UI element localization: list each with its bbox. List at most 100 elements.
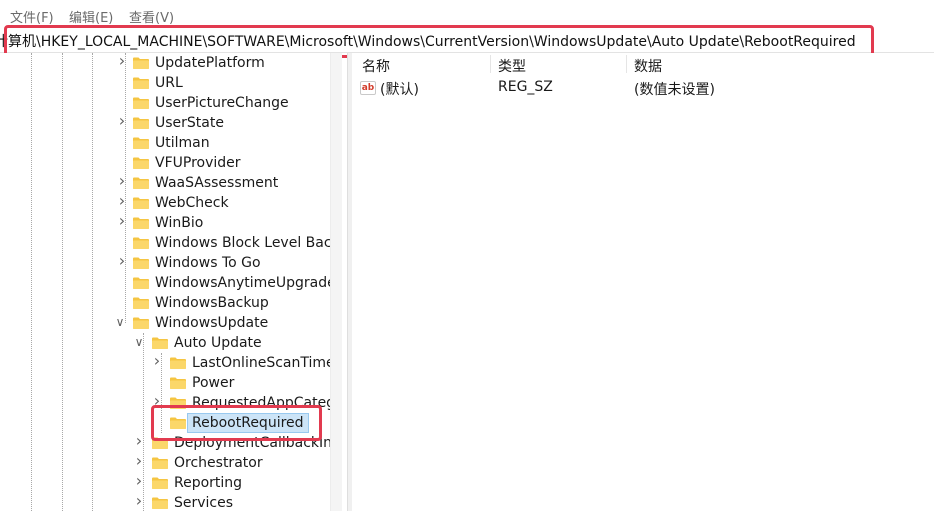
column-header-data[interactable]: 数据 xyxy=(634,56,662,76)
folder-icon xyxy=(152,437,168,449)
menu-bar: 文件(F) 编辑(E) 查看(V) xyxy=(0,0,934,27)
chevron-down-icon[interactable]: ∨ xyxy=(133,335,145,349)
folder-icon xyxy=(133,257,149,269)
tree-item-label: DeploymentCallbackInfo xyxy=(174,435,340,451)
tree-item-label: Services xyxy=(174,495,234,511)
value-row[interactable]: ab (默认) REG_SZ (数值未设置) xyxy=(352,77,934,99)
address-path[interactable]: 计算机\HKEY_LOCAL_MACHINE\SOFTWARE\Microsof… xyxy=(0,31,856,51)
tree-item[interactable]: WindowsAnytimeUpgrade xyxy=(0,273,336,293)
menu-edit[interactable]: 编辑(E) xyxy=(69,7,113,26)
folder-icon xyxy=(133,197,149,209)
string-value-icon: ab xyxy=(360,81,376,95)
menu-view[interactable]: 查看(V) xyxy=(129,7,174,26)
column-header-type[interactable]: 类型 xyxy=(498,56,526,76)
tree-item-label: UserPictureChange xyxy=(155,95,289,111)
tree-item-label: Reporting xyxy=(174,475,243,491)
tree-item-label: URL xyxy=(155,75,183,91)
folder-icon xyxy=(170,357,186,369)
chevron-right-icon[interactable]: › xyxy=(116,253,128,269)
tree-item-label: Utilman xyxy=(155,135,210,151)
folder-icon xyxy=(133,117,149,129)
folder-icon xyxy=(133,317,149,329)
column-header-name[interactable]: 名称 xyxy=(362,56,390,76)
tree-item[interactable]: › WebCheck xyxy=(0,193,330,213)
tree-item[interactable]: ∨ WindowsUpdate xyxy=(0,313,330,333)
folder-icon xyxy=(170,417,186,429)
tree-item-label: Power xyxy=(192,375,235,391)
tree-item-label: LastOnlineScanTimeF xyxy=(192,355,340,371)
chevron-right-icon[interactable]: › xyxy=(116,193,128,209)
tree-item-label: Auto Update xyxy=(174,335,262,351)
chevron-down-icon[interactable]: ∨ xyxy=(114,315,126,329)
tree-item[interactable]: URL xyxy=(0,73,330,93)
chevron-right-icon[interactable]: › xyxy=(133,453,145,469)
chevron-right-icon[interactable]: › xyxy=(133,433,145,449)
tree-item-label: Windows Block Level Backu xyxy=(155,235,340,251)
tree-item[interactable]: Windows Block Level Backu xyxy=(0,233,340,253)
folder-icon xyxy=(133,277,149,289)
tree-item-label: WindowsBackup xyxy=(155,295,269,311)
folder-icon xyxy=(133,237,149,249)
tree-item-label: WindowsAnytimeUpgrade xyxy=(155,275,336,291)
value-name: (默认) xyxy=(380,82,419,98)
tree-item[interactable]: › UpdatePlatform xyxy=(0,53,330,73)
tree-item[interactable]: Power xyxy=(0,373,330,393)
folder-icon xyxy=(133,97,149,109)
folder-icon xyxy=(133,137,149,149)
tree-item[interactable]: › DeploymentCallbackInfo xyxy=(0,433,340,453)
tree-item[interactable]: VFUProvider xyxy=(0,153,330,173)
folder-icon xyxy=(133,177,149,189)
tree-item[interactable]: › RequestedAppCateg xyxy=(0,393,335,413)
tree-item[interactable]: › Orchestrator xyxy=(0,453,330,473)
column-separator[interactable] xyxy=(626,55,627,73)
values-pane[interactable]: 名称 类型 数据 ab (默认) REG_SZ (数值未设置) xyxy=(352,53,934,511)
tree-item[interactable]: Utilman xyxy=(0,133,330,153)
tree-item[interactable]: WindowsBackup xyxy=(0,293,330,313)
chevron-right-icon[interactable]: › xyxy=(151,353,163,369)
menu-file[interactable]: 文件(F) xyxy=(10,7,54,26)
tree-item[interactable]: › WaaSAssessment xyxy=(0,173,330,193)
tree-item[interactable]: › LastOnlineScanTimeF xyxy=(0,353,340,373)
tree-item-label: UserState xyxy=(155,115,224,131)
folder-icon xyxy=(133,57,149,69)
folder-icon xyxy=(133,297,149,309)
tree-item-label: Orchestrator xyxy=(174,455,263,471)
tree-item-label: RebootRequired xyxy=(187,413,309,433)
chevron-right-icon[interactable]: › xyxy=(116,213,128,229)
tree-item[interactable]: UserPictureChange xyxy=(0,93,330,113)
folder-icon xyxy=(133,217,149,229)
folder-icon xyxy=(170,377,186,389)
tree-item-label: WindowsUpdate xyxy=(155,315,269,331)
column-separator[interactable] xyxy=(490,55,491,73)
tree-item[interactable]: ∨ Auto Update xyxy=(0,333,330,353)
folder-icon xyxy=(152,457,168,469)
tree-item[interactable]: › UserState xyxy=(0,113,330,133)
chevron-right-icon[interactable]: › xyxy=(133,493,145,509)
chevron-right-icon[interactable]: › xyxy=(116,53,128,69)
folder-icon xyxy=(152,337,168,349)
value-type: REG_SZ xyxy=(498,79,553,95)
chevron-right-icon[interactable]: › xyxy=(151,393,163,409)
tree-item[interactable]: RebootRequired xyxy=(0,413,330,433)
folder-icon xyxy=(133,157,149,169)
tree-item-label: WinBio xyxy=(155,215,204,231)
tree-item[interactable]: › WinBio xyxy=(0,213,330,233)
chevron-right-icon[interactable]: › xyxy=(116,173,128,189)
tree-item[interactable]: › Windows To Go xyxy=(0,253,330,273)
address-bar[interactable]: 计算机\HKEY_LOCAL_MACHINE\SOFTWARE\Microsof… xyxy=(0,27,934,53)
tree-item-label: Windows To Go xyxy=(155,255,261,271)
value-data: (数值未设置) xyxy=(634,82,715,98)
chevron-right-icon[interactable]: › xyxy=(116,113,128,129)
folder-icon xyxy=(152,497,168,509)
tree-item-label: RequestedAppCateg xyxy=(192,395,336,411)
tree-item-label: UpdatePlatform xyxy=(155,55,265,71)
chevron-right-icon[interactable]: › xyxy=(133,473,145,489)
tree-scrollbar[interactable] xyxy=(330,53,342,511)
registry-tree[interactable]: › UpdatePlatform URL UserPictureChange › User… xyxy=(0,53,340,511)
tree-item-label: WaaSAssessment xyxy=(155,175,279,191)
tree-item[interactable]: › Reporting xyxy=(0,473,330,493)
folder-icon xyxy=(152,477,168,489)
tree-item[interactable]: › Services xyxy=(0,493,330,511)
folder-icon xyxy=(170,397,186,409)
folder-icon xyxy=(133,77,149,89)
